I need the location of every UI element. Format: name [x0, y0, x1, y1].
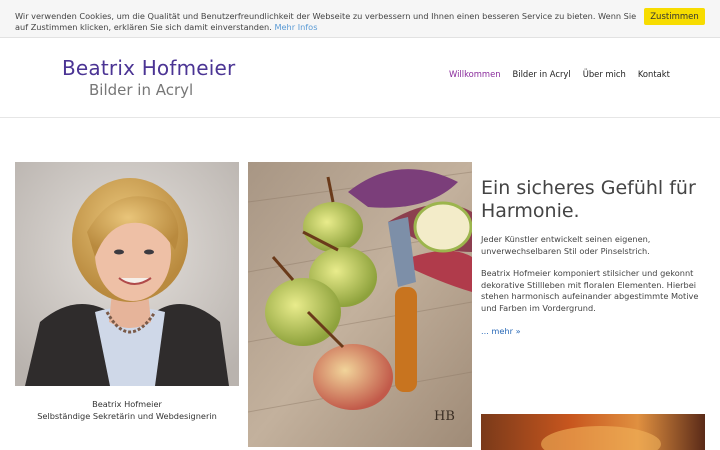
cookie-accept-button[interactable]: Zustimmen	[644, 8, 705, 25]
cookie-text: Wir verwenden Cookies, um die Qualität u…	[15, 11, 637, 32]
portrait-image	[15, 162, 239, 386]
nav-item-bilder[interactable]: Bilder in Acryl	[513, 69, 571, 79]
cookie-banner: Wir verwenden Cookies, um die Qualität u…	[0, 0, 720, 38]
cookie-message: Wir verwenden Cookies, um die Qualität u…	[15, 11, 640, 32]
main-navigation: Willkommen Bilder in Acryl Über mich Kon…	[449, 69, 682, 79]
nav-item-willkommen[interactable]: Willkommen	[449, 69, 501, 79]
thumbnail-image	[481, 414, 705, 450]
page-headline: Ein sicheres Gefühl für Harmonie.	[481, 177, 696, 222]
nav-item-kontakt[interactable]: Kontakt	[638, 69, 670, 79]
painting-signature: HB	[434, 409, 455, 424]
still-life-painting[interactable]: HB	[248, 162, 472, 447]
caption-role: Selbständige Sekretärin und Webdesigneri…	[37, 411, 217, 421]
cookie-more-info-link[interactable]: Mehr Infos	[274, 22, 317, 32]
logo-name: Beatrix Hofmeier	[62, 56, 236, 80]
caption-name: Beatrix Hofmeier	[92, 399, 162, 409]
read-more-link[interactable]: ... mehr »	[481, 326, 521, 336]
portrait-caption: Beatrix Hofmeier Selbständige Sekretärin…	[15, 398, 239, 422]
description-paragraph: Beatrix Hofmeier komponiert stilsicher u…	[481, 268, 699, 313]
artist-portrait	[15, 162, 239, 386]
painting-image: HB	[248, 162, 472, 447]
logo-subtitle: Bilder in Acryl	[89, 81, 194, 99]
nav-item-ueber-mich[interactable]: Über mich	[583, 69, 626, 79]
site-logo[interactable]: Beatrix Hofmeier Bilder in Acryl	[62, 56, 236, 99]
intro-paragraph: Jeder Künstler entwickelt seinen eigenen…	[481, 234, 651, 256]
header-divider	[0, 117, 720, 118]
next-painting-thumbnail[interactable]	[481, 414, 705, 450]
